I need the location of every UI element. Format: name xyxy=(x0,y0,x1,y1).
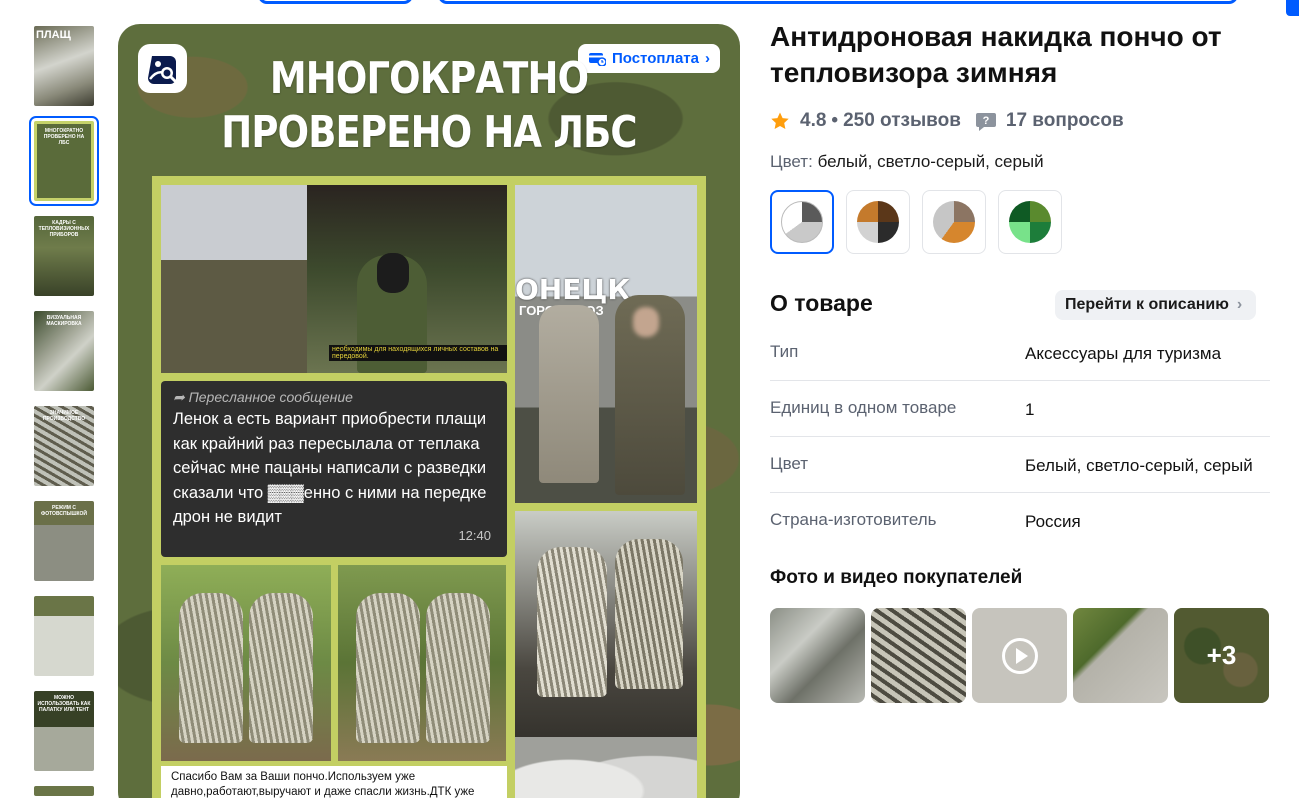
thumbnail-2[interactable]: МНОГОКРАТНО ПРОВЕРЕНО НА ЛБС xyxy=(29,116,99,206)
scroll-indicator xyxy=(1286,0,1299,16)
headline-line-2: ПРОВЕРЕНО НА ЛБС xyxy=(221,107,637,158)
ugc-title: Фото и видео покупателей xyxy=(770,567,1023,588)
thumbnail-caption: КАДРЫ С ТЕПЛОВИЗИОННЫХ ПРИБОРОВ xyxy=(38,220,90,238)
thumbnail-5[interactable]: ЗНАЧИМОЕ ПРОИЗВОДСТВО xyxy=(34,406,94,486)
star-icon xyxy=(771,112,789,129)
customer-photo[interactable] xyxy=(871,608,966,703)
search-bar[interactable] xyxy=(438,0,1238,4)
swatch-pie xyxy=(933,201,975,243)
swatch-tan[interactable] xyxy=(922,190,986,254)
spec-key: Единиц в одном товаре xyxy=(770,398,957,417)
spec-key: Тип xyxy=(770,342,799,361)
more-media-button[interactable]: +3 xyxy=(1174,608,1269,703)
thumbnail-3[interactable]: КАДРЫ С ТЕПЛОВИЗИОННЫХ ПРИБОРОВ xyxy=(34,216,94,296)
goto-description-label: Перейти к описанию xyxy=(1065,296,1229,313)
forwarded-message: ➦ Пересланное сообщение Ленок а есть вар… xyxy=(161,381,507,557)
thumbnail-caption: РЕЖИМ С ФОТОВСПЫШКОЙ xyxy=(40,505,88,517)
message-time: 12:40 xyxy=(458,528,491,543)
main-product-image[interactable]: Постоплата › МНОГОКРАТНО ПРОВЕРЕНО НА ЛБ… xyxy=(118,24,740,798)
message-body: Ленок а есть вариант приобрести плащи ка… xyxy=(173,410,487,526)
rating-value[interactable]: 4.8 xyxy=(800,110,826,132)
rating-row: 4.8 • 250 отзывов ? 17 вопросов xyxy=(770,110,1124,132)
collage-photo-2: ОНЕЦК ГОРОД ДРОЗ xyxy=(515,185,697,503)
collage-photo-3 xyxy=(161,565,331,761)
product-title: Антидроновая накидка пончо от тепловизор… xyxy=(770,21,1222,88)
photo-collage: необходимы для находящихся личных состав… xyxy=(152,176,706,798)
customer-photo[interactable] xyxy=(1073,608,1168,703)
thumbnail-caption: МОЖНО ИСПОЛЬЗОВАТЬ КАК ПАЛАТКУ ИЛИ ТЕНТ xyxy=(37,695,91,713)
thumbnail-caption: ВИЗУАЛЬНАЯ МАСКИРОВКА xyxy=(46,315,82,327)
spec-row: Страна-изготовитель Россия xyxy=(770,493,1270,549)
spec-key: Страна-изготовитель xyxy=(770,510,937,529)
chevron-right-icon: › xyxy=(705,50,710,67)
swatch-brown[interactable] xyxy=(846,190,910,254)
about-title: О товаре xyxy=(770,290,873,316)
swatch-green[interactable] xyxy=(998,190,1062,254)
color-swatches xyxy=(770,190,1062,254)
thumbnail-7[interactable] xyxy=(34,596,94,676)
thumbnail-6[interactable]: РЕЖИМ С ФОТОВСПЫШКОЙ xyxy=(34,501,94,581)
color-label: Цвет: xyxy=(770,152,813,171)
svg-text:?: ? xyxy=(983,115,990,127)
forward-arrow-icon: ➦ xyxy=(173,389,189,405)
forwarded-label: ➦ Пересланное сообщение xyxy=(173,389,353,405)
spec-value: Белый, светло-серый, серый xyxy=(1025,456,1253,475)
questions-link[interactable]: 17 вопросов xyxy=(1006,110,1124,132)
question-bubble-icon: ? xyxy=(975,113,996,131)
collage-photo-1: необходимы для находящихся личных состав… xyxy=(161,185,507,373)
customer-video[interactable] xyxy=(972,608,1067,703)
thumbnail-strip: ПЛАЩ МНОГОКРАТНО ПРОВЕРЕНО НА ЛБС КАДРЫ … xyxy=(29,26,100,798)
swatch-pie xyxy=(857,201,899,243)
goto-description-button[interactable]: Перейти к описанию › xyxy=(1055,290,1257,320)
image-headline: МНОГОКРАТНО ПРОВЕРЕНО НА ЛБС xyxy=(168,52,690,160)
headline-line-1: МНОГОКРАТНО xyxy=(269,53,589,104)
thumbnail-9[interactable] xyxy=(34,786,94,796)
spec-value: Аксессуары для туризма xyxy=(1025,344,1222,363)
product-page: ПЛАЩ МНОГОКРАТНО ПРОВЕРЕНО НА ЛБС КАДРЫ … xyxy=(0,0,1299,798)
play-icon xyxy=(1002,638,1038,674)
chevron-right-icon: › xyxy=(1236,296,1243,313)
swatch-white-grey[interactable] xyxy=(770,190,834,254)
spec-row: Тип Аксессуары для туризма xyxy=(770,325,1270,381)
photo-caption: необходимы для находящихся личных состав… xyxy=(329,345,507,361)
swatch-pie xyxy=(781,201,823,243)
catalog-button[interactable] xyxy=(258,0,413,4)
reviews-link[interactable]: 250 отзывов xyxy=(843,110,961,132)
spec-list: Тип Аксессуары для туризма Единиц в одно… xyxy=(770,325,1270,549)
spec-key: Цвет xyxy=(770,454,809,473)
thumbnail-1[interactable]: ПЛАЩ xyxy=(34,26,94,106)
collage-photo-4 xyxy=(338,565,506,761)
thumbnail-4[interactable]: ВИЗУАЛЬНАЯ МАСКИРОВКА xyxy=(34,311,94,391)
rating-separator: • xyxy=(831,110,839,131)
customer-photo[interactable] xyxy=(770,608,865,703)
thumbnail-caption: ПЛАЩ xyxy=(36,29,71,41)
sign-text: ОНЕЦК xyxy=(515,273,631,306)
spec-value: Россия xyxy=(1025,512,1081,531)
thumbnail-8[interactable]: МОЖНО ИСПОЛЬЗОВАТЬ КАК ПАЛАТКУ ИЛИ ТЕНТ xyxy=(34,691,94,771)
spec-value: 1 xyxy=(1025,400,1035,419)
swatch-pie xyxy=(1009,201,1051,243)
collage-photo-5 xyxy=(515,511,697,798)
customer-note: Спасибо Вам за Ваши пончо.Используем уже… xyxy=(161,766,507,798)
spec-row: Единиц в одном товаре 1 xyxy=(770,381,1270,437)
spec-row: Цвет Белый, светло-серый, серый xyxy=(770,437,1270,493)
more-media-count: +3 xyxy=(1206,640,1237,670)
thumbnail-caption: ЗНАЧИМОЕ ПРОИЗВОДСТВО xyxy=(42,410,86,422)
customer-media: +3 xyxy=(770,608,1269,703)
selected-color: Цвет: белый, светло-серый, серый xyxy=(770,152,1044,172)
color-value: белый, светло-серый, серый xyxy=(817,152,1044,171)
thumbnail-caption: МНОГОКРАТНО ПРОВЕРЕНО НА ЛБС xyxy=(43,128,85,146)
